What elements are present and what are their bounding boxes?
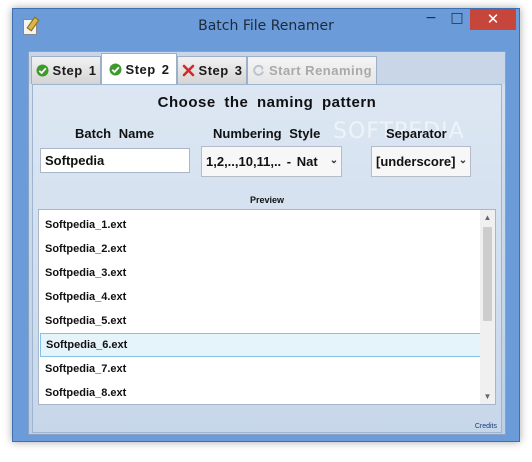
tab-step-1-label: Step: [52, 63, 83, 78]
refresh-icon: [252, 64, 265, 77]
app-window: Batch File Renamer − □ ✕ Step 1 Step 2 S…: [12, 8, 520, 442]
separator-select[interactable]: [underscore] ⌄: [371, 146, 471, 177]
client-area: Step 1 Step 2 Step 3 Start Renaming Choo…: [28, 51, 506, 435]
tab-step-2[interactable]: Step 2: [101, 53, 177, 84]
naming-pattern-panel: Choose the naming pattern SOFTPEDIA Batc…: [32, 84, 502, 433]
tab-step-1[interactable]: Step 1: [31, 56, 101, 84]
tab-step-3[interactable]: Step 3: [177, 56, 247, 84]
tab-start-renaming-label: Start Renaming: [268, 63, 373, 78]
panel-heading: Choose the naming pattern: [157, 94, 377, 111]
list-item[interactable]: Softpedia_1.ext: [40, 213, 482, 237]
list-item[interactable]: Softpedia_8.ext: [40, 381, 482, 404]
check-icon: [36, 64, 49, 77]
check-icon: [109, 63, 122, 76]
numbering-style-select[interactable]: 1,2,..,10,11,.. - Nat ⌄: [201, 146, 342, 177]
list-item[interactable]: Softpedia_4.ext: [40, 285, 482, 309]
list-item[interactable]: Softpedia_7.ext: [40, 357, 482, 381]
tab-step-2-label: Step: [125, 61, 156, 77]
chevron-down-icon: ⌄: [458, 155, 468, 166]
numbering-style-value: 1,2,..,10,11,.. - Nat: [206, 154, 318, 169]
numbering-style-label: Numbering Style: [213, 126, 321, 141]
preview-list[interactable]: Softpedia_1.ext Softpedia_2.ext Softpedi…: [38, 209, 496, 405]
batch-name-input[interactable]: [40, 148, 190, 173]
close-button[interactable]: ✕: [470, 9, 516, 30]
preview-scrollbar[interactable]: ▲ ▼: [480, 210, 495, 404]
tab-step-1-number: 1: [88, 63, 97, 78]
scroll-down-icon[interactable]: ▼: [480, 389, 495, 404]
tab-step-3-label: Step: [198, 63, 229, 78]
maximize-button[interactable]: □: [444, 9, 470, 30]
list-item-selected[interactable]: Softpedia_6.ext: [40, 333, 482, 357]
separator-value: [underscore]: [376, 154, 456, 169]
tab-step-3-number: 3: [234, 63, 243, 78]
tab-start-renaming[interactable]: Start Renaming: [247, 56, 377, 84]
credits-link[interactable]: Credits: [475, 423, 497, 430]
list-item[interactable]: Softpedia_3.ext: [40, 261, 482, 285]
title-bar[interactable]: Batch File Renamer − □ ✕: [13, 9, 519, 43]
list-item[interactable]: Softpedia_2.ext: [40, 237, 482, 261]
step-tabs: Step 1 Step 2 Step 3 Start Renaming: [29, 52, 505, 84]
minimize-button[interactable]: −: [418, 9, 444, 30]
separator-label: Separator: [386, 126, 447, 141]
tab-step-2-number: 2: [161, 61, 170, 77]
preview-label: Preview: [249, 195, 285, 205]
chevron-down-icon: ⌄: [329, 155, 339, 166]
cross-icon: [182, 64, 195, 77]
batch-name-label: Batch Name: [75, 126, 155, 141]
scrollbar-thumb[interactable]: [483, 227, 492, 321]
list-item[interactable]: Softpedia_5.ext: [40, 309, 482, 333]
scroll-up-icon[interactable]: ▲: [480, 210, 495, 225]
